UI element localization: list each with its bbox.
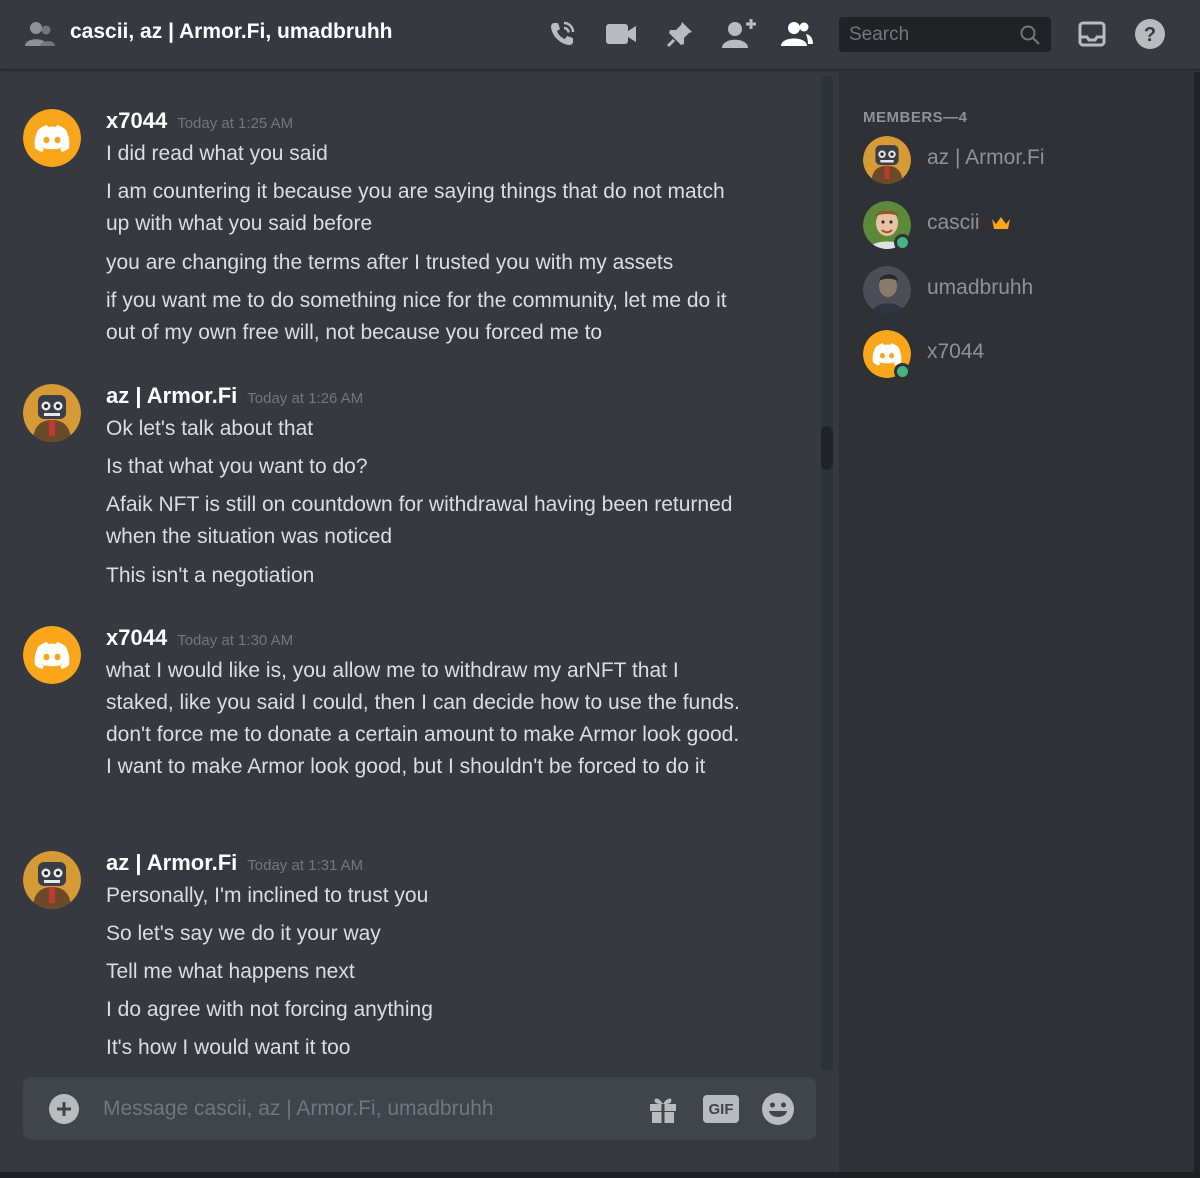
message-text: Is that what you want to do?	[106, 455, 368, 478]
message-text: I do agree with not forcing anything	[106, 998, 433, 1021]
start-video-call-button[interactable]	[603, 16, 639, 52]
message-text: Tell me what happens next	[106, 960, 355, 983]
window-edge	[1194, 72, 1200, 1178]
message-text: This isn't a negotiation	[106, 564, 315, 587]
message-text: what I would like is, you allow me to wi…	[106, 659, 740, 778]
member-item[interactable]: umadbruhh	[839, 260, 1179, 320]
online-status-indicator	[894, 234, 911, 251]
message-timestamp: Today at 1:31 AM	[247, 857, 364, 874]
online-status-indicator	[894, 363, 911, 380]
pinned-messages-button[interactable]	[662, 16, 698, 52]
avatar[interactable]	[23, 384, 81, 442]
phone-call-icon	[551, 21, 575, 45]
message-composer: GIF	[23, 1077, 816, 1140]
search-input[interactable]	[839, 17, 1009, 52]
message-author[interactable]: az | Armor.Fi	[106, 850, 237, 875]
member-name: x7044	[927, 340, 985, 363]
members-icon	[781, 22, 813, 46]
crown-icon	[992, 217, 1011, 230]
gif-picker-button[interactable]: GIF	[703, 1091, 739, 1127]
help-icon: ?	[1135, 19, 1165, 49]
window-bottom-edge	[0, 1172, 1200, 1178]
member-item[interactable]: cascii	[839, 195, 1179, 255]
gift-icon	[650, 1098, 676, 1123]
message-timestamp: Today at 1:26 AM	[247, 390, 364, 407]
message-timestamp: Today at 1:25 AM	[177, 115, 294, 132]
pin-icon	[666, 22, 692, 48]
add-user-icon	[722, 19, 756, 48]
upload-button[interactable]	[49, 1094, 79, 1124]
channel-header: cascii, az | Armor.Fi, umadbruhh Search …	[0, 0, 1200, 70]
robot-avatar-icon	[23, 851, 81, 909]
member-item[interactable]: x7044	[839, 324, 1179, 384]
message-text: Personally, I'm inclined to trust you	[106, 884, 429, 907]
search-bar[interactable]	[839, 17, 1051, 52]
help-button[interactable]: ?	[1132, 16, 1168, 52]
message-author[interactable]: x7044	[106, 625, 167, 650]
message-text: I did read what you said	[106, 142, 328, 165]
member-list: MEMBERS—4 az | Armor.Fi cascii umadbruhh…	[839, 72, 1194, 1178]
avatar[interactable]	[23, 851, 81, 909]
message-timestamp: Today at 1:30 AM	[177, 632, 294, 649]
send-gift-button[interactable]	[645, 1091, 681, 1127]
message-scrollbar-track[interactable]	[821, 76, 833, 1071]
message-input[interactable]	[103, 1077, 623, 1140]
member-item[interactable]: az | Armor.Fi	[839, 130, 1179, 190]
add-friends-to-dm-button[interactable]	[721, 16, 757, 52]
person-avatar-icon	[863, 266, 911, 314]
emoji-picker-button[interactable]	[760, 1091, 796, 1127]
message-list: x7044 Today at 1:25 AM I did read what yo…	[0, 72, 820, 1072]
smiley-icon	[762, 1093, 794, 1125]
members-heading: MEMBERS—4	[863, 109, 968, 126]
message-text: It's how I would want it too	[106, 1036, 351, 1059]
message-text: Afaik NFT is still on countdown for with…	[106, 493, 733, 548]
gif-icon: GIF	[703, 1095, 739, 1123]
message-text: if you want me to do something nice for …	[106, 289, 727, 344]
message-author[interactable]: x7044	[106, 108, 167, 133]
channel-title: cascii, az | Armor.Fi, umadbruhh	[70, 20, 393, 43]
start-voice-call-button[interactable]	[544, 16, 580, 52]
member-name: cascii	[927, 211, 980, 234]
inbox-button[interactable]	[1074, 16, 1110, 52]
discord-logo-icon	[23, 626, 81, 684]
message-text: So let's say we do it your way	[106, 922, 381, 945]
avatar	[863, 136, 911, 184]
message-scrollbar-thumb[interactable]	[821, 426, 833, 470]
svg-text:?: ?	[1144, 24, 1156, 46]
dm-group-icon	[25, 22, 55, 46]
search-icon[interactable]	[1019, 24, 1041, 46]
member-name: umadbruhh	[927, 276, 1034, 299]
plus-icon	[57, 1102, 71, 1116]
member-name-row: cascii	[927, 211, 1011, 235]
avatar[interactable]	[23, 626, 81, 684]
robot-avatar-icon	[23, 384, 81, 442]
message-author[interactable]: az | Armor.Fi	[106, 383, 237, 408]
message-text: Ok let's talk about that	[106, 417, 314, 440]
inbox-icon	[1078, 21, 1106, 47]
avatar[interactable]	[23, 109, 81, 167]
avatar	[863, 266, 911, 314]
video-camera-icon	[606, 24, 636, 44]
message-text: I am countering it because you are sayin…	[106, 180, 725, 235]
member-name: az | Armor.Fi	[927, 146, 1045, 169]
member-list-toggle-button[interactable]	[779, 16, 815, 52]
robot-avatar-icon	[863, 136, 911, 184]
message-text: you are changing the terms after I trust…	[106, 251, 674, 274]
discord-logo-icon	[23, 109, 81, 167]
